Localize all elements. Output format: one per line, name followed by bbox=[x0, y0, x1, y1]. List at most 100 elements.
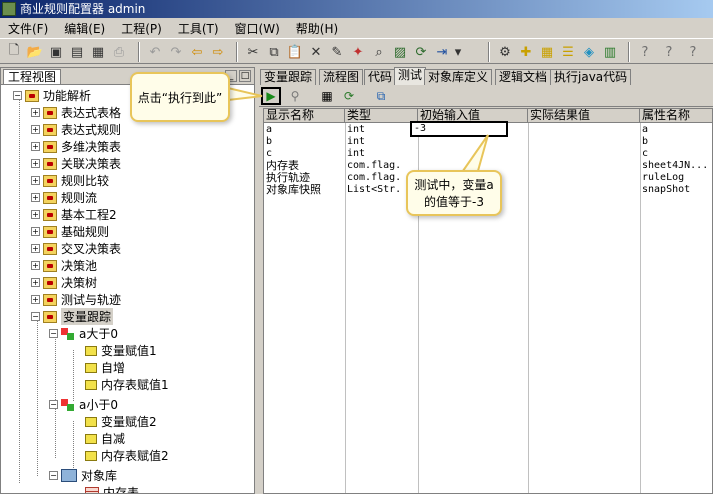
tree-group[interactable]: − a大于0 bbox=[49, 325, 118, 342]
tree-folder[interactable]: + 表达式规则 bbox=[31, 121, 121, 138]
expand-icon[interactable]: + bbox=[31, 142, 40, 151]
table-cell[interactable]: 对象库快照 bbox=[264, 184, 345, 196]
help-context-icon[interactable]: ? bbox=[659, 42, 679, 62]
wand-icon[interactable]: ✦ bbox=[348, 42, 368, 62]
undo-icon[interactable]: ↶ bbox=[145, 42, 165, 62]
table-cell[interactable]: b bbox=[264, 136, 345, 148]
add-table-icon[interactable]: ▦ bbox=[537, 42, 557, 62]
tree-folder[interactable]: + 交叉决策表 bbox=[31, 240, 121, 257]
refresh-icon[interactable]: ⟳ bbox=[411, 42, 431, 62]
table-cell[interactable]: int bbox=[345, 136, 418, 148]
add-list-icon[interactable]: ☰ bbox=[558, 42, 578, 62]
menu-project[interactable]: 工程(P) bbox=[117, 20, 166, 37]
tree-leaf[interactable]: 变量赋值1 bbox=[85, 342, 157, 359]
table-cell[interactable]: snapShot bbox=[640, 184, 712, 196]
menu-window[interactable]: 窗口(W) bbox=[231, 20, 284, 37]
tree-folder[interactable]: + 测试与轨迹 bbox=[31, 291, 121, 308]
tree-leaf[interactable]: 内存表赋值2 bbox=[85, 447, 169, 464]
save-all-icon[interactable]: ▤ bbox=[67, 42, 87, 62]
refresh-icon[interactable]: ⟳ bbox=[339, 87, 359, 105]
tree-folder-selected[interactable]: − 变量跟踪 bbox=[31, 308, 114, 325]
new-file-icon[interactable]: 🗋 bbox=[4, 42, 24, 62]
settings-icon[interactable]: ⚙ bbox=[495, 42, 515, 62]
expand-icon[interactable]: + bbox=[31, 108, 40, 117]
table-cell[interactable]: c bbox=[640, 148, 712, 160]
table-cell[interactable]: 内存表 bbox=[264, 160, 345, 172]
table-cell[interactable]: int bbox=[345, 148, 418, 160]
image-icon[interactable]: ▨ bbox=[390, 42, 410, 62]
tree-folder[interactable]: + 规则流 bbox=[31, 189, 97, 206]
expand-icon[interactable]: + bbox=[31, 227, 40, 236]
table-cell[interactable]: int bbox=[345, 124, 418, 136]
forward-arrow-icon[interactable]: ⇨ bbox=[208, 42, 228, 62]
menu-file[interactable]: 文件(F) bbox=[4, 20, 52, 37]
collapse-icon[interactable]: − bbox=[49, 471, 58, 480]
expand-icon[interactable]: + bbox=[31, 159, 40, 168]
expand-icon[interactable]: + bbox=[31, 210, 40, 219]
tree-folder[interactable]: + 表达式表格 bbox=[31, 104, 121, 121]
save-icon[interactable]: ▣ bbox=[46, 42, 66, 62]
tree-folder[interactable]: + 基本工程2 bbox=[31, 206, 117, 223]
project-view-tab[interactable]: 工程视图 bbox=[3, 69, 62, 84]
menu-edit[interactable]: 编辑(E) bbox=[60, 20, 109, 37]
column-header-type[interactable]: 类型 bbox=[345, 109, 418, 123]
tree-leaf[interactable]: 内存表 bbox=[85, 484, 139, 493]
tab-object-library-definition[interactable]: 对象库定义 bbox=[424, 69, 493, 85]
table-cell[interactable]: b bbox=[640, 136, 712, 148]
tab-flowchart[interactable]: 流程图 bbox=[319, 69, 364, 85]
find-icon[interactable]: ⌕ bbox=[369, 42, 389, 62]
about-icon[interactable]: ? bbox=[683, 42, 703, 62]
copy-icon[interactable]: ⧉ bbox=[264, 42, 284, 62]
column-header-display-name[interactable]: 显示名称 bbox=[264, 109, 345, 123]
tree-leaf[interactable]: 变量赋值2 bbox=[85, 413, 157, 430]
table-cell[interactable] bbox=[418, 148, 528, 160]
table-cell[interactable]: c bbox=[264, 148, 345, 160]
tab-logic-document[interactable]: 逻辑文档 bbox=[495, 69, 552, 85]
add-rule-icon[interactable]: ✚ bbox=[516, 42, 536, 62]
tree-folder[interactable]: + 决策树 bbox=[31, 274, 97, 291]
tree-leaf[interactable]: 内存表赋值1 bbox=[85, 376, 169, 393]
table-cell[interactable]: 执行轨迹 bbox=[264, 172, 345, 184]
table-cell[interactable] bbox=[528, 184, 640, 196]
disk-icon[interactable]: ▦ bbox=[88, 42, 108, 62]
tree-folder[interactable]: + 基础规则 bbox=[31, 223, 109, 240]
dropdown-icon[interactable]: ▾ bbox=[452, 42, 464, 62]
table-cell[interactable]: a bbox=[264, 124, 345, 136]
open-folder-icon[interactable]: 📂 bbox=[25, 42, 45, 62]
table-cell[interactable]: sheet4JN... bbox=[640, 160, 712, 172]
tab-code[interactable]: 代码 bbox=[364, 69, 397, 85]
tree-folder[interactable]: + 决策池 bbox=[31, 257, 97, 274]
tree-group[interactable]: − a小于0 bbox=[49, 396, 118, 413]
collapse-icon[interactable]: − bbox=[49, 329, 58, 338]
collapse-icon[interactable]: − bbox=[49, 400, 58, 409]
collapse-icon[interactable]: − bbox=[31, 312, 40, 321]
table-cell[interactable] bbox=[528, 148, 640, 160]
expand-icon[interactable]: + bbox=[31, 295, 40, 304]
menu-help[interactable]: 帮助(H) bbox=[292, 20, 342, 37]
table-cell[interactable] bbox=[418, 136, 528, 148]
tree-folder[interactable]: + 关联决策表 bbox=[31, 155, 121, 172]
table-cell[interactable] bbox=[528, 160, 640, 172]
collapse-icon[interactable]: − bbox=[13, 91, 22, 100]
tree-folder[interactable]: + 多维决策表 bbox=[31, 138, 121, 155]
chart-icon[interactable]: ▥ bbox=[600, 42, 620, 62]
edit-icon[interactable]: ✎ bbox=[327, 42, 347, 62]
print-icon[interactable]: ⎙ bbox=[109, 42, 129, 62]
component-icon[interactable]: ◈ bbox=[579, 42, 599, 62]
table-cell[interactable] bbox=[528, 172, 640, 184]
table-cell[interactable] bbox=[528, 124, 640, 136]
expand-icon[interactable]: + bbox=[31, 244, 40, 253]
menu-tools[interactable]: 工具(T) bbox=[174, 20, 223, 37]
delete-icon[interactable]: ✕ bbox=[306, 42, 326, 62]
paste-icon[interactable]: 📋 bbox=[285, 42, 305, 62]
maximize-icon[interactable]: □ bbox=[239, 70, 251, 82]
table-cell[interactable]: ruleLog bbox=[640, 172, 712, 184]
table-cell[interactable] bbox=[528, 136, 640, 148]
table-view-icon[interactable]: ▦ bbox=[317, 87, 337, 105]
tree-leaf[interactable]: 自增 bbox=[85, 359, 125, 376]
object-snapshot-icon[interactable]: ⧉ bbox=[371, 87, 391, 105]
expand-icon[interactable]: + bbox=[31, 261, 40, 270]
tab-variable-trace[interactable]: 变量跟踪 bbox=[260, 69, 317, 85]
run-to-here-button[interactable]: ▶ bbox=[261, 87, 281, 105]
expand-icon[interactable]: + bbox=[31, 125, 40, 134]
